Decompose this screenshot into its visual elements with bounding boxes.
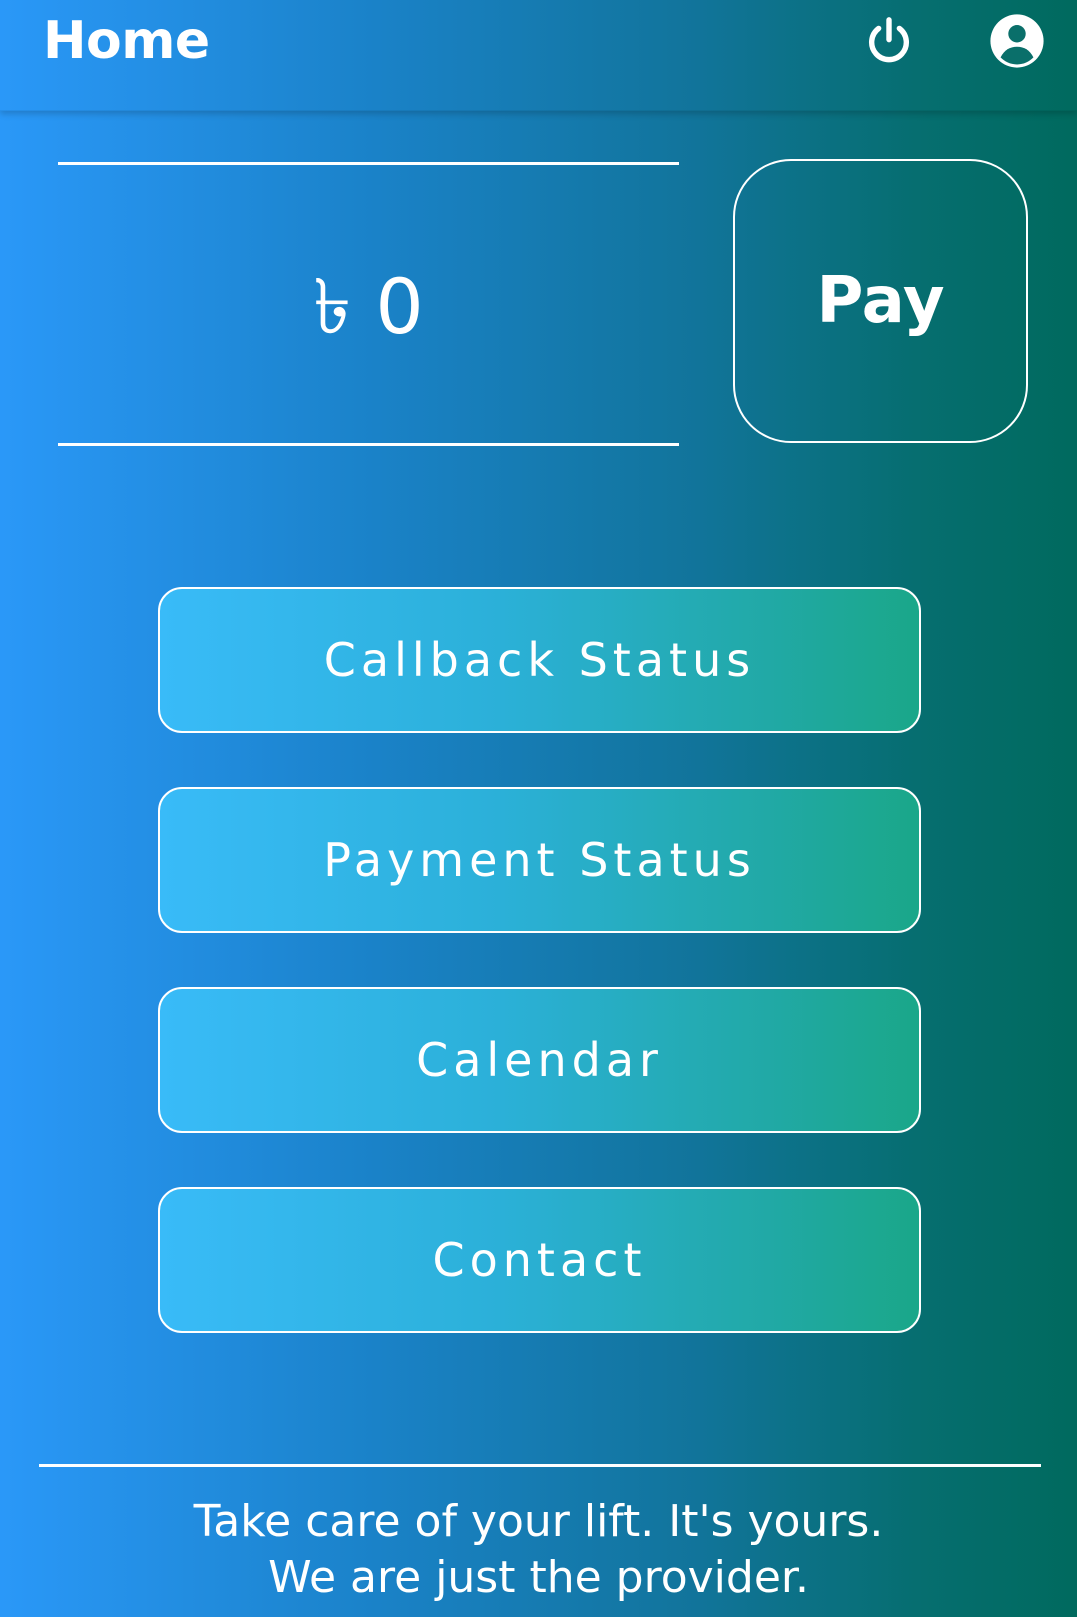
account-circle-icon (990, 14, 1044, 68)
power-icon (869, 17, 909, 63)
home-screen: Home ৳ 0 Pay Callback Status Payment Sta… (0, 0, 1077, 1617)
balance-amount: ৳ 0 (313, 262, 424, 351)
amount-top-divider (58, 162, 679, 165)
payment-status-button[interactable]: Payment Status (158, 787, 921, 933)
footer-divider (39, 1464, 1041, 1467)
account-button[interactable] (988, 12, 1046, 70)
calendar-button[interactable]: Calendar (158, 987, 921, 1133)
pay-button[interactable]: Pay (733, 159, 1028, 443)
callback-status-button[interactable]: Callback Status (158, 587, 921, 733)
amount-bottom-divider (58, 443, 679, 446)
power-button[interactable] (862, 14, 916, 68)
app-bar: Home (0, 0, 1077, 111)
footer-tagline-line-1: Take care of your lift. It's yours. (193, 1496, 884, 1547)
contact-button[interactable]: Contact (158, 1187, 921, 1333)
footer-tagline-line-2: We are just the provider. (268, 1552, 809, 1603)
page-title: Home (43, 11, 210, 71)
footer-tagline: Take care of your lift. It's yours. We a… (0, 1494, 1077, 1606)
